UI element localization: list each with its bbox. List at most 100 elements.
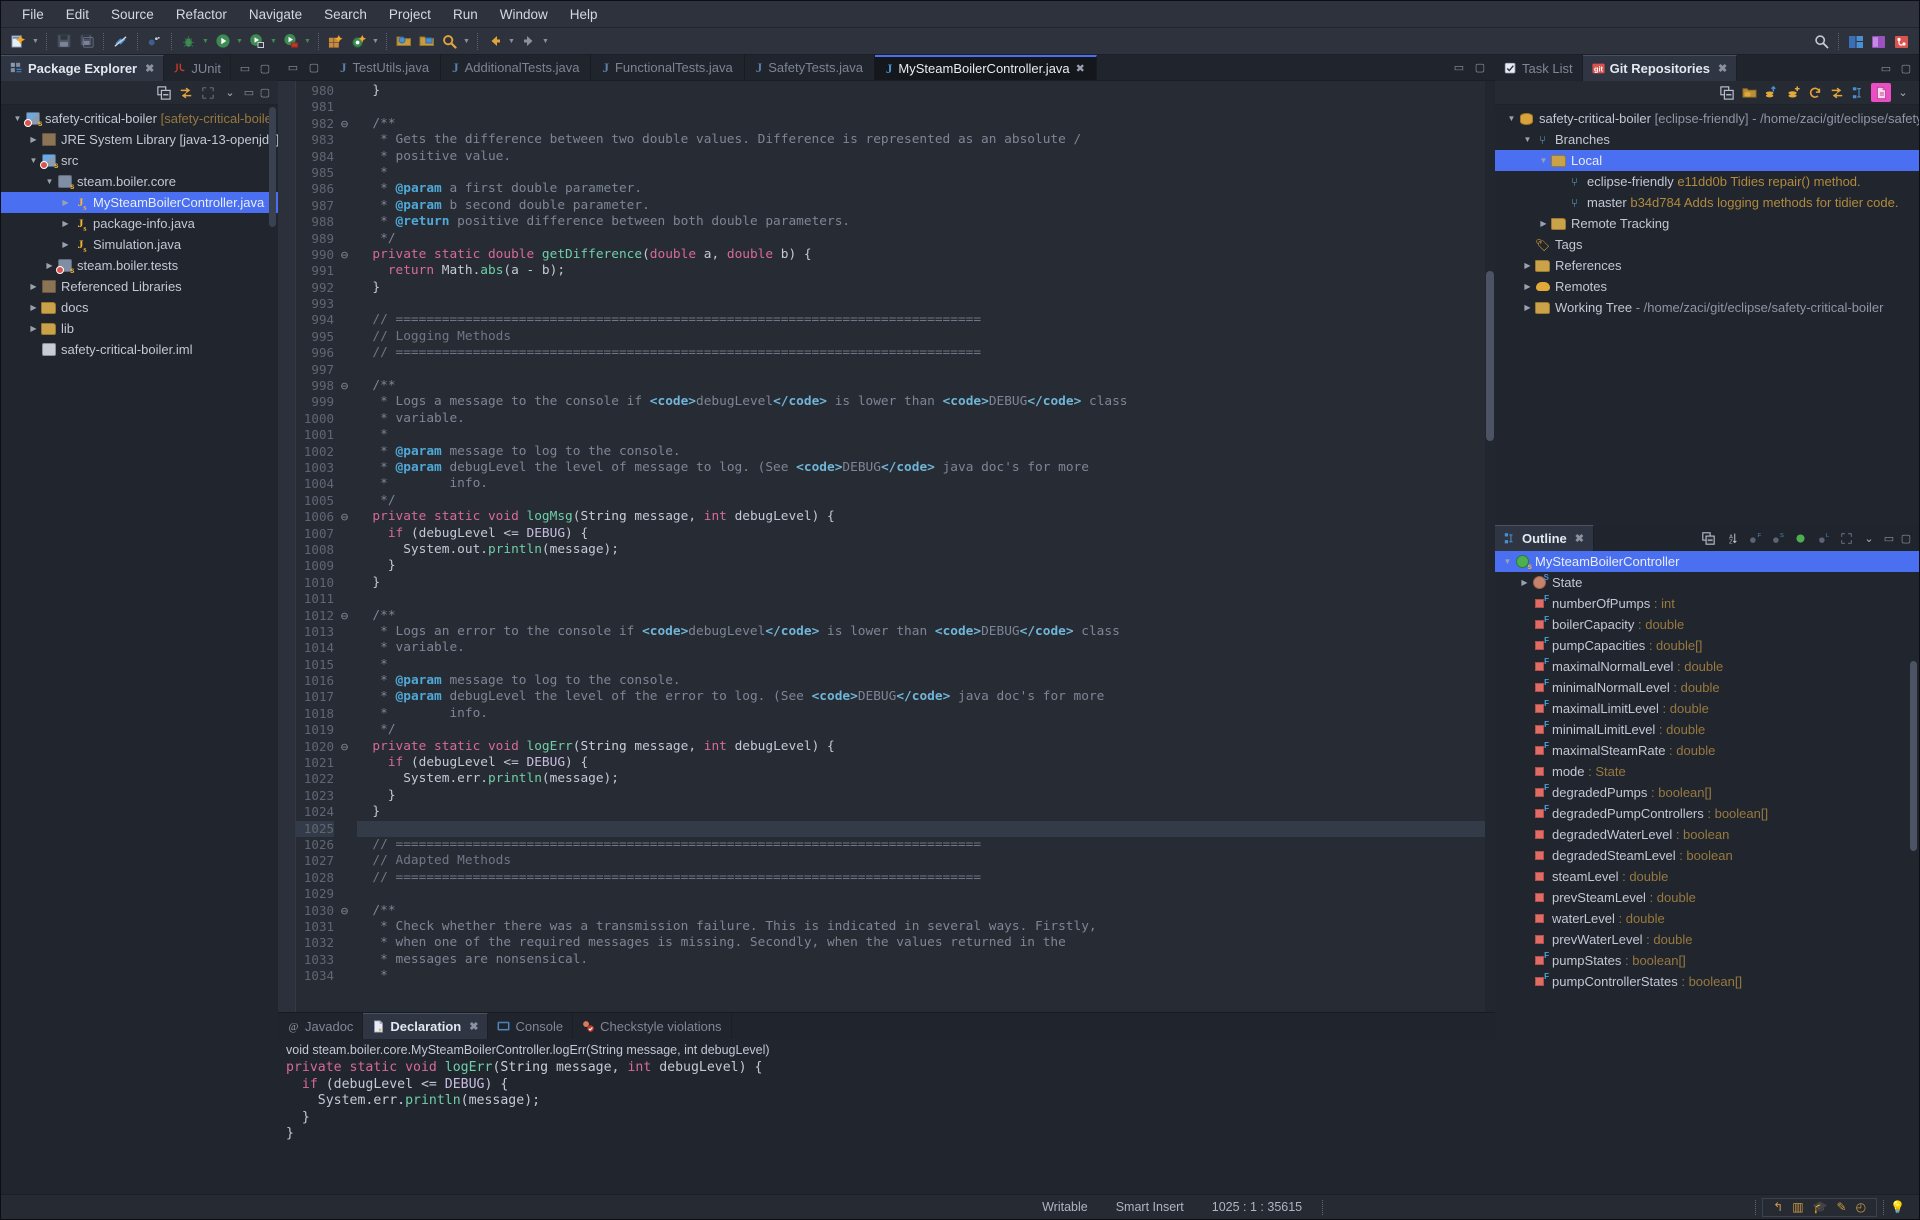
- save-icon[interactable]: [53, 31, 74, 51]
- view-menu-icon[interactable]: ⌄: [1859, 529, 1879, 548]
- tree-row[interactable]: FdegradedPumps : boolean[]: [1495, 782, 1919, 803]
- close-icon[interactable]: ✖: [469, 1020, 478, 1033]
- chevron-down-icon[interactable]: ▼: [11, 114, 24, 123]
- tree-row[interactable]: FmaximalSteamRate : double: [1495, 740, 1919, 761]
- editor-annotation-ruler[interactable]: [278, 81, 296, 1012]
- refresh-icon[interactable]: [1805, 83, 1825, 102]
- tree-row[interactable]: ▼Local: [1495, 150, 1919, 171]
- perspective-java-icon[interactable]: [1845, 32, 1866, 52]
- hide-fields-icon[interactable]: F: [1744, 529, 1764, 548]
- chevron-right-icon[interactable]: ▶: [1521, 261, 1534, 270]
- tree-row[interactable]: FpumpControllerStates : boolean[]: [1495, 971, 1919, 992]
- hierarchy-icon[interactable]: [1849, 83, 1869, 102]
- tree-row[interactable]: FpumpStates : boolean[]: [1495, 950, 1919, 971]
- view-tab-checkstyle-violations[interactable]: Checkstyle violations: [573, 1013, 731, 1039]
- menu-item-source[interactable]: Source: [100, 3, 165, 26]
- tree-row[interactable]: FminimalLimitLevel : double: [1495, 719, 1919, 740]
- clone-repository-icon[interactable]: [1761, 83, 1781, 102]
- editor-restore-button[interactable]: ▭: [286, 61, 300, 75]
- chevron-right-icon[interactable]: ▶: [1537, 219, 1550, 228]
- tree-row[interactable]: FmaximalLimitLevel : double: [1495, 698, 1919, 719]
- tree-row[interactable]: FnumberOfPumps : int: [1495, 593, 1919, 614]
- pencil-icon[interactable]: ✎: [1837, 1200, 1847, 1214]
- link-with-editor-icon[interactable]: [176, 83, 196, 102]
- new-wizard-icon[interactable]: [8, 31, 29, 51]
- tree-row[interactable]: FminimalNormalLevel : double: [1495, 677, 1919, 698]
- tree-row[interactable]: degradedWaterLevel : boolean: [1495, 824, 1919, 845]
- tree-row[interactable]: FpumpCapacities : double[]: [1495, 635, 1919, 656]
- tree-row[interactable]: ▶JRE System Library [java-13-openjdk]: [1, 129, 278, 150]
- tree-row[interactable]: FmaximalNormalLevel : double: [1495, 656, 1919, 677]
- tree-row[interactable]: prevSteamLevel : double: [1495, 887, 1919, 908]
- run-icon[interactable]: [212, 31, 233, 51]
- external-tools-dropdown[interactable]: ▼: [302, 31, 313, 51]
- tree-row[interactable]: ▼ssrc: [1, 150, 278, 171]
- tree-row[interactable]: ▶lib: [1, 318, 278, 339]
- sort-icon[interactable]: AZ: [1721, 529, 1741, 548]
- chevron-down-icon[interactable]: ▼: [43, 177, 56, 186]
- editor-restore-button-2[interactable]: ▢: [1473, 61, 1487, 75]
- fold-toggle-icon[interactable]: ⊖: [338, 739, 351, 755]
- chevron-right-icon[interactable]: ▶: [43, 261, 56, 270]
- tree-row[interactable]: prevWaterLevel : double: [1495, 929, 1919, 950]
- open-task-icon[interactable]: [416, 31, 437, 51]
- tree-row[interactable]: ▶ssteam.boiler.tests: [1, 255, 278, 276]
- tree-row[interactable]: ▶Referenced Libraries: [1, 276, 278, 297]
- chevron-right-icon[interactable]: ▶: [59, 219, 72, 228]
- chevron-down-icon[interactable]: ▼: [1521, 135, 1534, 144]
- hide-static-icon[interactable]: S: [1767, 529, 1787, 548]
- view-tab-package-explorer[interactable]: Package Explorer✖: [1, 55, 164, 81]
- chevron-right-icon[interactable]: ▶: [1521, 282, 1534, 291]
- focus-icon[interactable]: [1836, 529, 1856, 548]
- graduation-icon[interactable]: 🎓: [1813, 1200, 1828, 1214]
- run-dropdown[interactable]: ▼: [234, 31, 245, 51]
- maximize-button[interactable]: ▢: [258, 61, 272, 75]
- tree-row[interactable]: safety-critical-boiler.iml: [1, 339, 278, 360]
- close-icon[interactable]: ✖: [1718, 62, 1727, 75]
- source-editor[interactable]: 9809819829839849859869879889899909919929…: [278, 81, 1495, 1012]
- chevron-right-icon[interactable]: ▶: [27, 324, 40, 333]
- quick-access-search-icon[interactable]: [1811, 32, 1832, 52]
- undo-history-icon[interactable]: ↰: [1773, 1200, 1783, 1214]
- menu-item-run[interactable]: Run: [442, 3, 489, 26]
- search-icon[interactable]: [439, 31, 460, 51]
- forward-icon[interactable]: [518, 31, 539, 51]
- editor-tab-functionaltests[interactable]: JFunctionalTests.java: [591, 55, 744, 80]
- new-java-class-dropdown[interactable]: ▼: [370, 31, 381, 51]
- tree-row[interactable]: ⑂eclipse-friendly e11dd0b Tidies repair(…: [1495, 171, 1919, 192]
- fold-toggle-icon[interactable]: ⊖: [338, 247, 351, 263]
- perspective-debug-icon[interactable]: [1868, 32, 1889, 52]
- maximize-button[interactable]: ▢: [1899, 531, 1913, 545]
- tree-row[interactable]: ▶Remote Tracking: [1495, 213, 1919, 234]
- menu-item-edit[interactable]: Edit: [55, 3, 100, 26]
- menu-item-refactor[interactable]: Refactor: [165, 3, 238, 26]
- editor-minimize-button[interactable]: ▭: [1452, 61, 1466, 75]
- debug-dropdown[interactable]: ▼: [200, 31, 211, 51]
- editor-folding-ruler[interactable]: ⊖⊖⊖⊖⊖⊖⊖: [338, 81, 351, 1012]
- tree-row[interactable]: FdegradedPumpControllers : boolean[]: [1495, 803, 1919, 824]
- editor-tab-additionaltests[interactable]: JAdditionalTests.java: [441, 55, 591, 80]
- editor-tab-mysteamboilercontroller[interactable]: JMySteamBoilerController.java✖: [875, 55, 1097, 80]
- fold-toggle-icon[interactable]: ⊖: [338, 608, 351, 624]
- tree-row[interactable]: ▶SState: [1495, 572, 1919, 593]
- chevron-down-icon[interactable]: ▼: [1501, 557, 1514, 566]
- external-tools-icon[interactable]: [280, 31, 301, 51]
- collapse-all-icon[interactable]: [154, 83, 174, 102]
- tree-row[interactable]: ▼ssafety-critical-boiler [safety-critica…: [1, 108, 278, 129]
- git-repositories-tree[interactable]: ▼safety-critical-boiler [eclipse-friendl…: [1495, 105, 1919, 516]
- new-wizard-dropdown[interactable]: ▼: [30, 31, 41, 51]
- editor-maximize-button[interactable]: ▢: [307, 61, 321, 75]
- view-tab-console[interactable]: Console: [488, 1013, 573, 1039]
- tree-row[interactable]: ▶Jspackage-info.java: [1, 213, 278, 234]
- chevron-right-icon[interactable]: ▶: [27, 282, 40, 291]
- chevron-down-icon[interactable]: ▼: [1537, 156, 1550, 165]
- menu-item-window[interactable]: Window: [489, 3, 559, 26]
- focus-on-active-task-icon[interactable]: [198, 83, 218, 102]
- editor-tab-safetytests[interactable]: JSafetyTests.java: [745, 55, 875, 80]
- editor-scrollbar-thumb[interactable]: [1486, 271, 1494, 441]
- collapse-all-icon[interactable]: [1698, 529, 1718, 548]
- back-dropdown[interactable]: ▼: [506, 31, 517, 51]
- menu-item-help[interactable]: Help: [559, 3, 609, 26]
- light-bulb-icon[interactable]: 💡: [1890, 1200, 1911, 1214]
- forward-dropdown[interactable]: ▼: [540, 31, 551, 51]
